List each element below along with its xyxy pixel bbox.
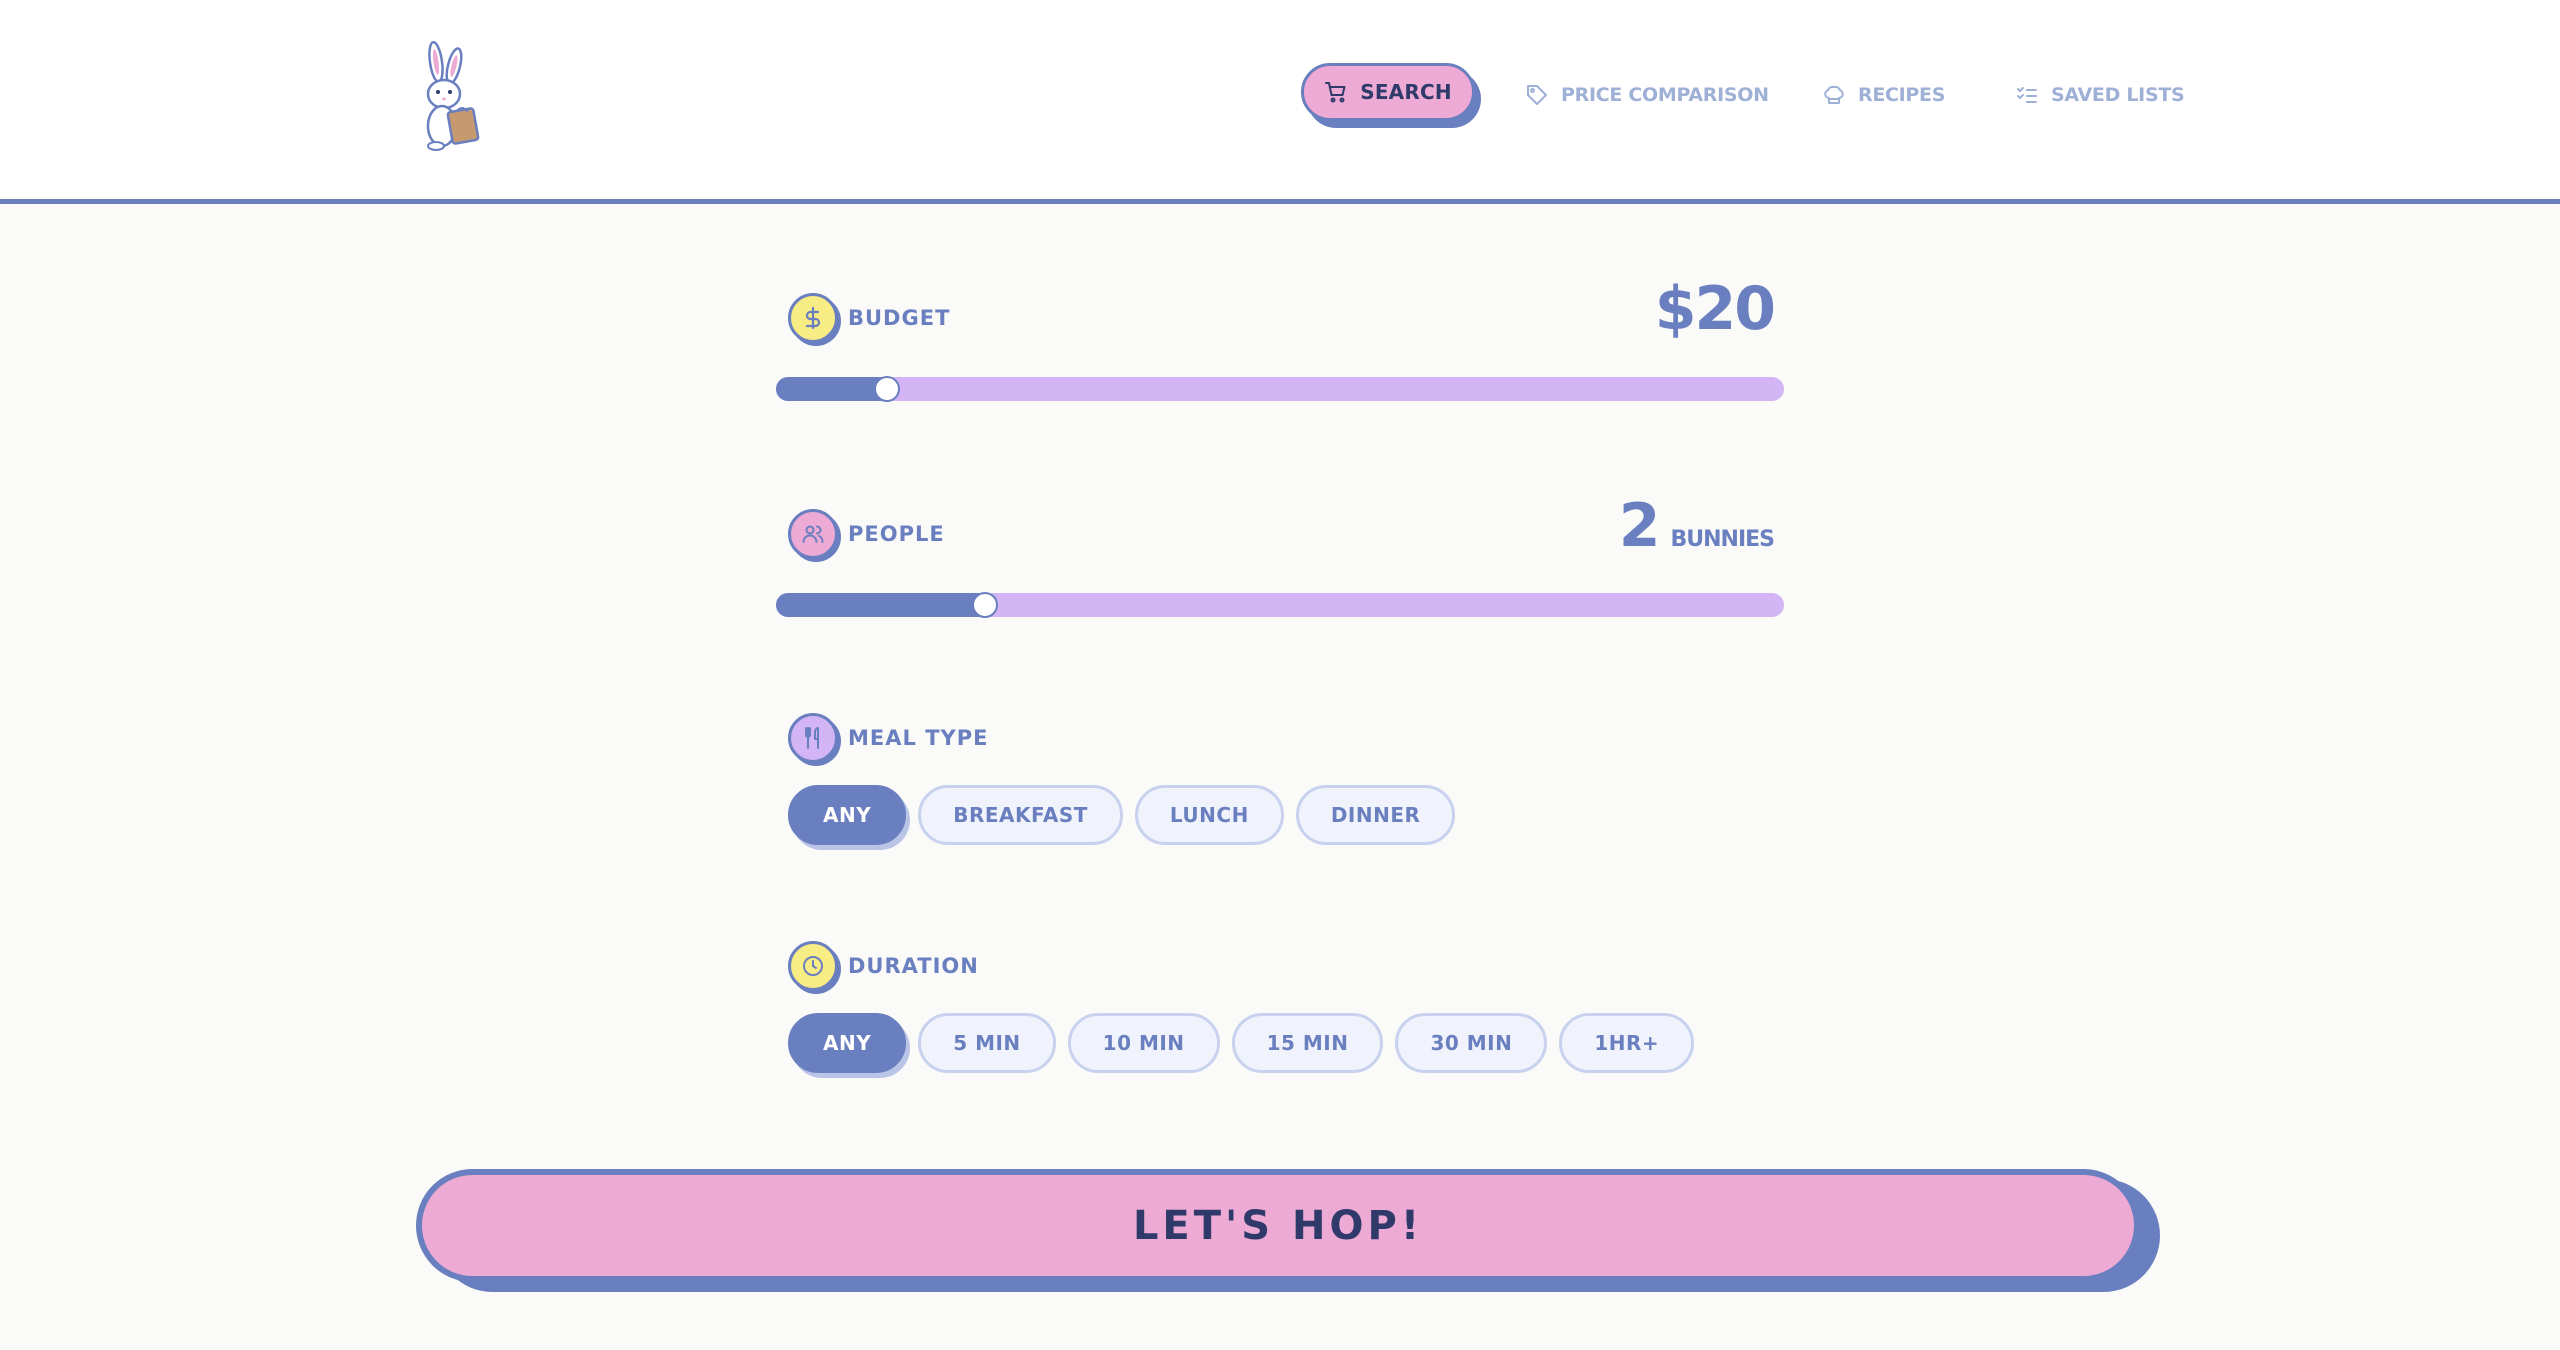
budget-slider[interactable] [776, 376, 1784, 402]
people-slider-thumb[interactable] [972, 592, 998, 618]
utensils-icon [788, 713, 838, 763]
budget-value-text: $20 [1654, 274, 1776, 344]
people-value: 2 BUNNIES [1618, 491, 1775, 561]
meal-type-option[interactable]: ANY [788, 785, 907, 845]
nav-saved-lists-link[interactable]: SAVED LISTS [2015, 80, 2185, 110]
duration-options: ANY 5 MIN 10 MIN 15 MIN 30 MIN 1HR+ [788, 1013, 1695, 1073]
duration-option[interactable]: 15 MIN [1231, 1013, 1384, 1073]
duration-option[interactable]: 30 MIN [1395, 1013, 1548, 1073]
nav-search-label: SEARCH [1360, 80, 1452, 104]
budget-label: BUDGET [848, 306, 951, 330]
top-nav-bar: SEARCH PRICE COMPARISON RECIPES SAVED LI… [0, 0, 2560, 204]
duration-option[interactable]: 1HR+ [1559, 1013, 1695, 1073]
people-unit: BUNNIES [1670, 527, 1775, 552]
budget-value: $20 [1654, 274, 1776, 344]
people-heading: PEOPLE [788, 508, 945, 560]
duration-option[interactable]: ANY [788, 1013, 907, 1073]
lets-hop-button[interactable]: LET'S HOP! [416, 1169, 2140, 1282]
people-slider-fill [776, 593, 985, 617]
budget-slider-thumb[interactable] [874, 376, 900, 402]
meal-type-options: ANY BREAKFAST LUNCH DINNER [788, 785, 1456, 845]
clock-icon [788, 941, 838, 991]
tag-icon [1527, 85, 1547, 105]
duration-label: DURATION [848, 954, 979, 978]
people-slider[interactable] [776, 592, 1784, 618]
nav-recipes-link[interactable]: RECIPES [1822, 80, 1945, 110]
bunny-logo-icon[interactable] [418, 40, 494, 152]
nav-recipes-label: RECIPES [1858, 84, 1946, 106]
budget-slider-fill [776, 377, 887, 401]
search-form: BUDGET $20 PEOPLE 2 BUNNIES MEAL TYPE AN… [0, 209, 2560, 1350]
budget-heading: BUDGET [788, 292, 950, 344]
chef-hat-icon [1824, 85, 1844, 104]
checklist-icon [2017, 87, 2037, 103]
nav-price-comparison-link[interactable]: PRICE COMPARISON [1525, 80, 1769, 110]
meal-type-heading: MEAL TYPE [788, 712, 988, 764]
meal-type-option[interactable]: LUNCH [1134, 785, 1284, 845]
people-value-text: 2 [1618, 491, 1661, 561]
nav-price-comparison-label: PRICE COMPARISON [1561, 84, 1769, 106]
cart-icon [1325, 82, 1346, 103]
nav-saved-lists-label: SAVED LISTS [2051, 84, 2185, 106]
duration-option[interactable]: 5 MIN [918, 1013, 1056, 1073]
meal-type-label: MEAL TYPE [848, 726, 989, 750]
duration-option[interactable]: 10 MIN [1067, 1013, 1220, 1073]
users-icon [788, 509, 838, 559]
meal-type-option[interactable]: DINNER [1295, 785, 1456, 845]
meal-type-option[interactable]: BREAKFAST [918, 785, 1123, 845]
people-label: PEOPLE [848, 522, 945, 546]
dollar-icon [788, 293, 838, 343]
nav-search-button[interactable]: SEARCH [1301, 63, 1475, 121]
duration-heading: DURATION [788, 940, 979, 992]
